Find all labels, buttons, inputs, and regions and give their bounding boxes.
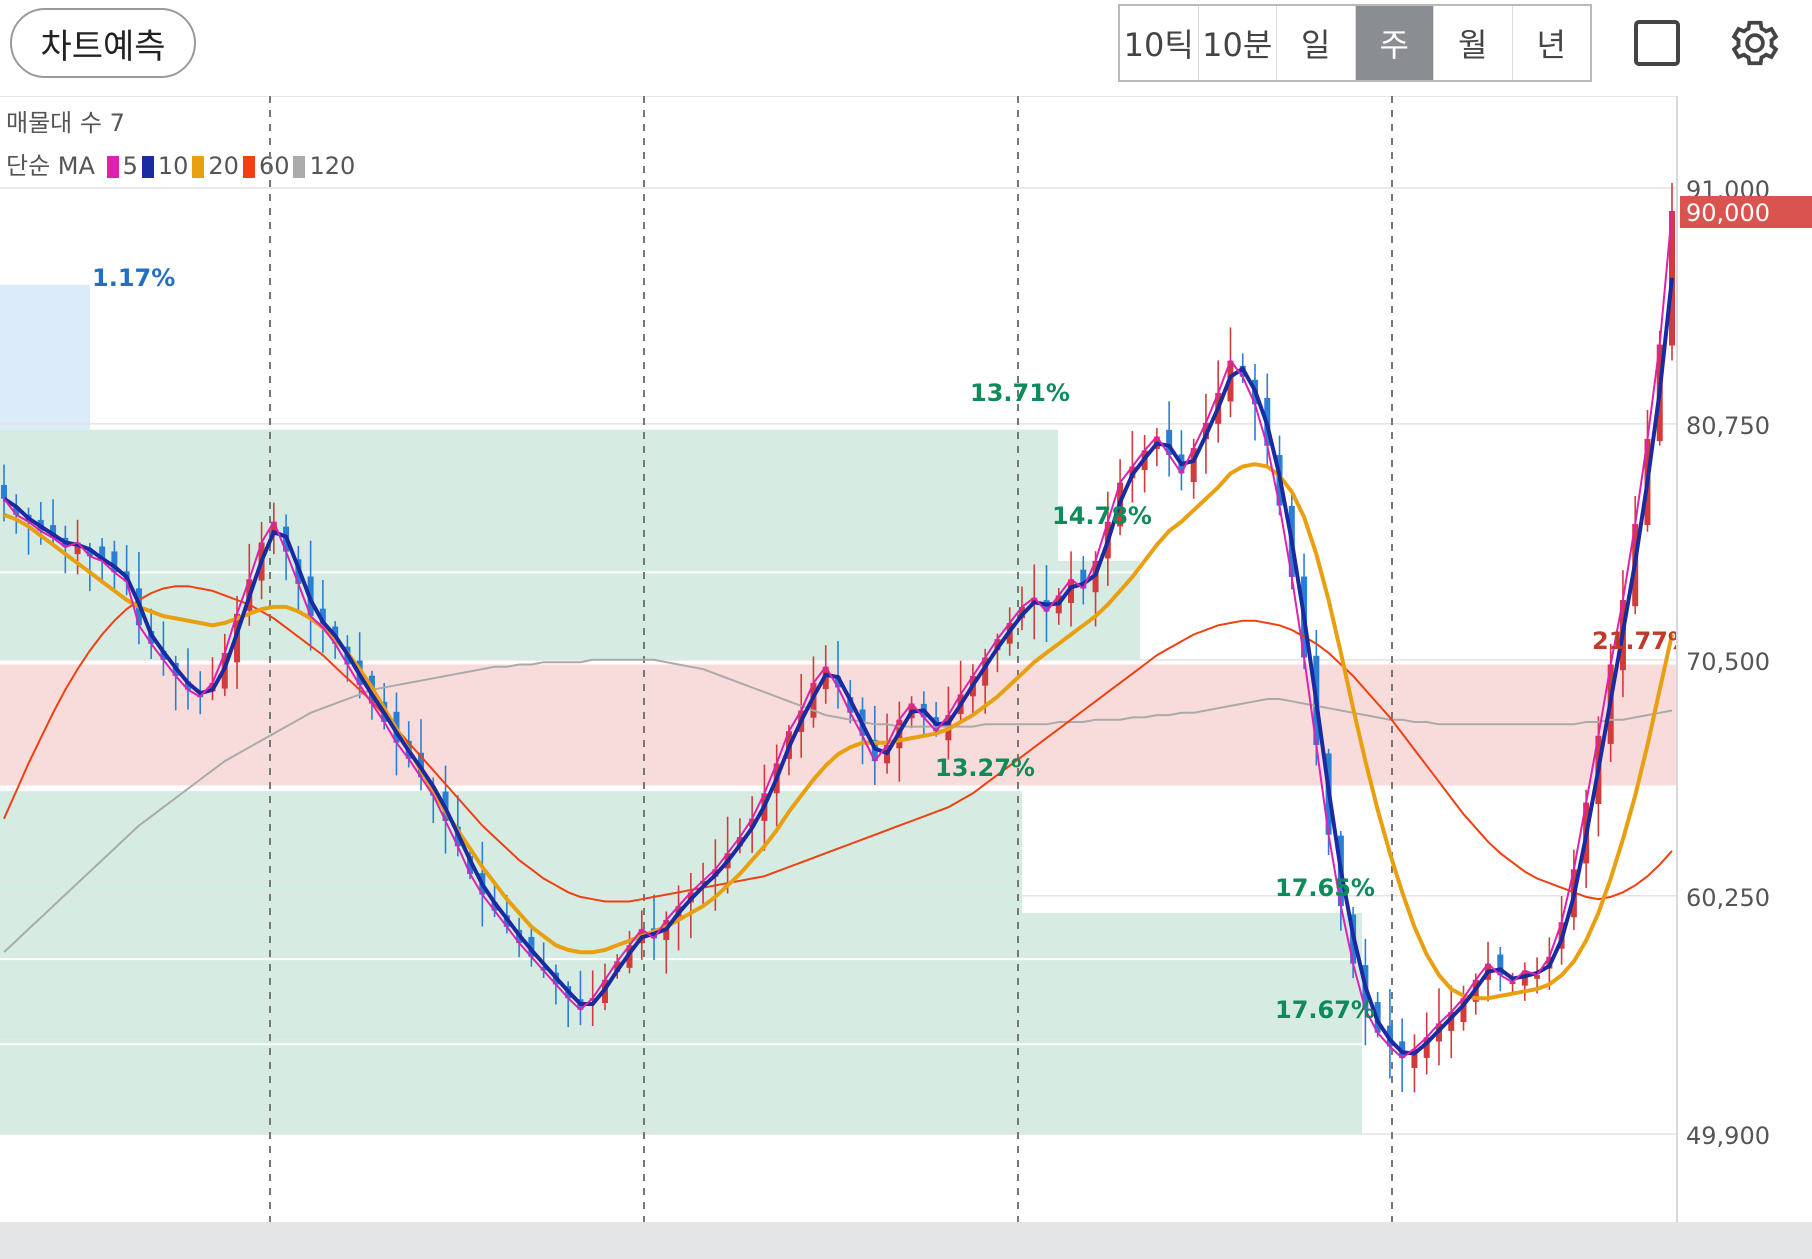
period-tab-4[interactable]: 월 (1434, 6, 1513, 80)
price-tick-label: 60,250 (1686, 884, 1770, 912)
volume-zone-pct-4: 17.65% (1275, 874, 1375, 902)
toolbar: 차트예측 10틱 10분 일 주 월 년 (0, 0, 1812, 97)
price-tick-label: 49,900 (1686, 1122, 1770, 1150)
square-icon[interactable] (1626, 12, 1688, 74)
volume-zone-pct-3: 13.27% (935, 754, 1035, 782)
volume-zone-5 (0, 1039, 1362, 1134)
current-price-label: 90,000 (1686, 199, 1770, 227)
candlestick-chart[interactable]: 13.71%14.78%21.77%13.27%17.65%17.67%1.17… (0, 96, 1812, 1222)
period-tab-5[interactable]: 년 (1513, 6, 1591, 80)
volume-zone-pct-0: 13.71% (970, 379, 1070, 407)
volume-zone-1 (0, 560, 1140, 660)
price-tick-label: 70,500 (1686, 648, 1770, 676)
candle-body (1, 484, 7, 499)
volume-zone-pct-6: 1.17% (92, 264, 175, 292)
volume-zone-0 (0, 429, 1058, 573)
period-tab-3[interactable]: 주 (1355, 6, 1434, 80)
volume-zone-6 (0, 284, 90, 430)
price-tick-label: 80,750 (1686, 412, 1770, 440)
gear-icon[interactable] (1724, 12, 1786, 74)
period-tab-0[interactable]: 10틱 (1120, 6, 1199, 80)
time-axis-bar[interactable] (0, 1222, 1812, 1259)
period-tab-2[interactable]: 일 (1277, 6, 1356, 80)
volume-zone-pct-5: 17.67% (1275, 996, 1375, 1024)
volume-zone-pct-1: 14.78% (1052, 502, 1152, 530)
period-tab-1[interactable]: 10분 (1199, 6, 1277, 80)
chart-predict-button[interactable]: 차트예측 (10, 8, 196, 78)
volume-zone-4 (0, 913, 1362, 1040)
period-selector: 10틱 10분 일 주 월 년 (1118, 4, 1592, 82)
